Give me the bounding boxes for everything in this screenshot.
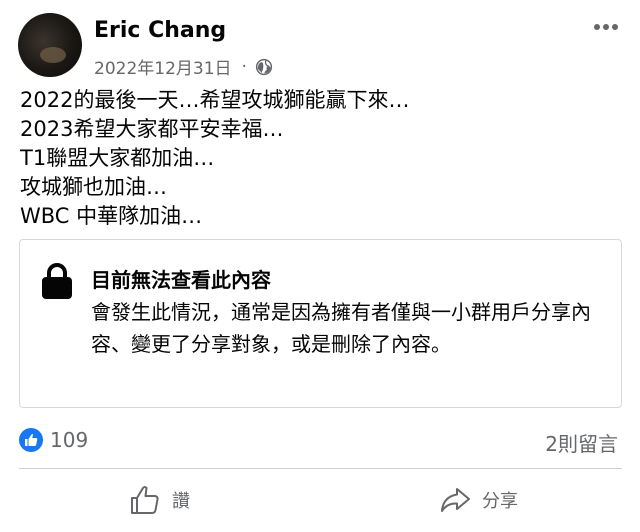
post-date[interactable]: 2022年12月31日 <box>94 54 232 79</box>
thumbs-up-icon <box>131 486 159 514</box>
post-line: 2022的最後一天…希望攻城獅能贏下來… <box>20 88 410 112</box>
share-arrow-icon <box>441 488 470 512</box>
post-header: Eric Chang 2022年12月31日 · <box>0 0 640 88</box>
notice-body: 會發生此情況，通常是因為擁有者僅與一小群用戶分享內容、變更了分享對象，或是刪除了… <box>91 300 591 356</box>
meta-separator: · <box>241 56 247 77</box>
post-line: 2023希望大家都平安幸福… <box>20 117 284 141</box>
globe-icon[interactable] <box>255 58 273 76</box>
post-line: T1聯盟大家都加油… <box>20 146 215 170</box>
post-line: 攻城獅也加油… <box>20 175 167 199</box>
like-reaction-icon[interactable] <box>19 428 43 452</box>
like-label: 讚 <box>172 491 190 512</box>
action-bar: 讚 分享 <box>0 470 640 532</box>
post-meta: 2022年12月31日 · <box>94 54 273 79</box>
content-unavailable-card: 目前無法查看此內容 會發生此情況，通常是因為擁有者僅與一小群用戶分享內容、變更了… <box>19 239 622 408</box>
lock-icon <box>42 263 72 299</box>
notice-title: 目前無法查看此內容 <box>91 268 271 292</box>
author-name[interactable]: Eric Chang <box>94 18 226 43</box>
reaction-stats: 109 2則留言 <box>0 422 640 458</box>
comment-count[interactable]: 2則留言 <box>545 428 618 457</box>
avatar[interactable] <box>18 13 82 77</box>
share-label: 分享 <box>482 491 518 512</box>
divider <box>19 468 622 469</box>
post-text: 2022的最後一天…希望攻城獅能贏下來… 2023希望大家都平安幸福… T1聯盟… <box>20 86 620 231</box>
avatar-figure <box>40 47 66 63</box>
post-line: WBC 中華隊加油… <box>20 204 203 228</box>
avatar-image <box>28 27 72 31</box>
like-count[interactable]: 109 <box>50 428 88 452</box>
ellipsis-icon[interactable] <box>592 18 620 36</box>
like-button[interactable]: 讚 <box>128 482 190 518</box>
share-button[interactable]: 分享 <box>438 482 518 518</box>
